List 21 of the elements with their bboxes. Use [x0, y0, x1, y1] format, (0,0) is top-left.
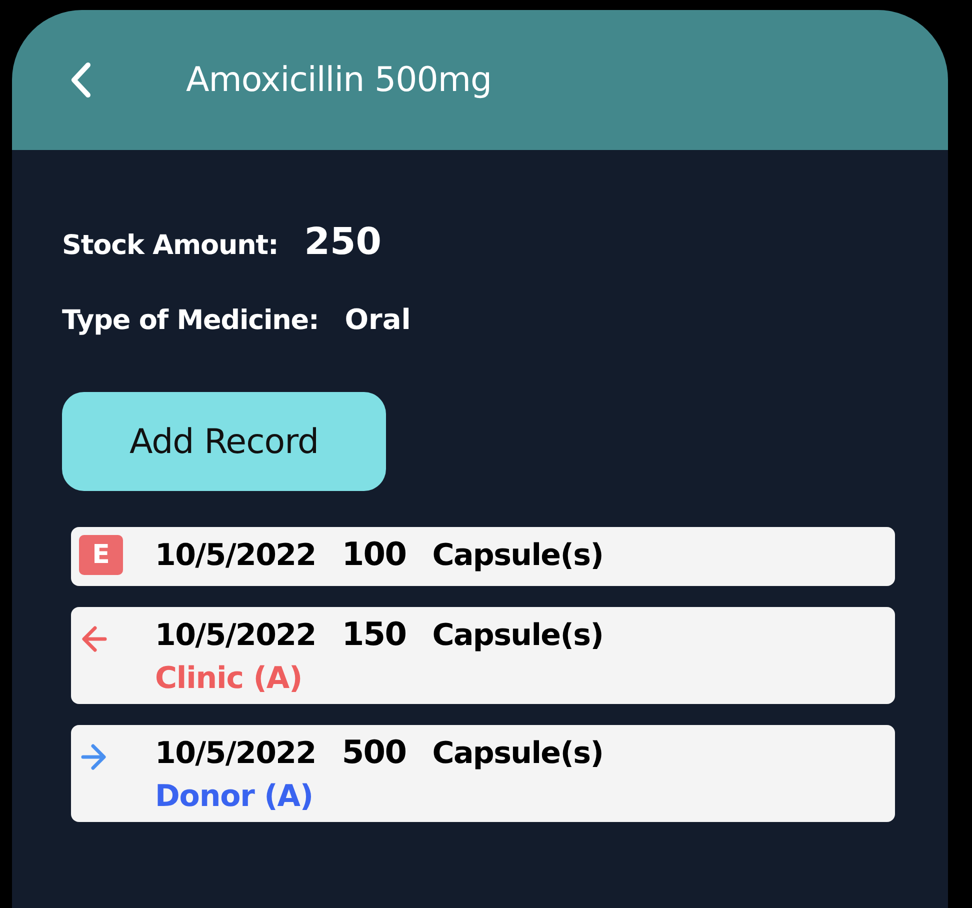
record-date: 10/5/2022: [155, 618, 316, 653]
record-unit: Capsule(s): [432, 618, 604, 653]
type-label: Type of Medicine:: [62, 305, 319, 336]
record-source: Clinic (A): [155, 661, 304, 696]
add-record-button[interactable]: Add Record: [62, 392, 386, 491]
record-date: 10/5/2022: [155, 736, 316, 771]
screen-title: Amoxicillin 500mg: [186, 60, 492, 100]
record-unit: Capsule(s): [432, 736, 604, 771]
expired-badge: E: [79, 535, 123, 575]
record-card[interactable]: 10/5/2022 500 Capsule(s) Donor (A): [71, 725, 895, 822]
record-source: Donor (A): [155, 779, 314, 814]
record-amount: 150: [342, 615, 406, 653]
stock-label: Stock Amount:: [62, 230, 278, 261]
record-amount: 500: [342, 733, 406, 771]
record-unit: Capsule(s): [432, 538, 604, 573]
record-date: 10/5/2022: [155, 538, 316, 573]
record-amount: 100: [342, 535, 406, 573]
stock-value: 250: [304, 220, 382, 263]
record-card[interactable]: E 10/5/2022 100 Capsule(s): [71, 527, 895, 586]
type-value: Oral: [344, 303, 411, 336]
record-card[interactable]: 10/5/2022 150 Capsule(s) Clinic (A): [71, 607, 895, 704]
